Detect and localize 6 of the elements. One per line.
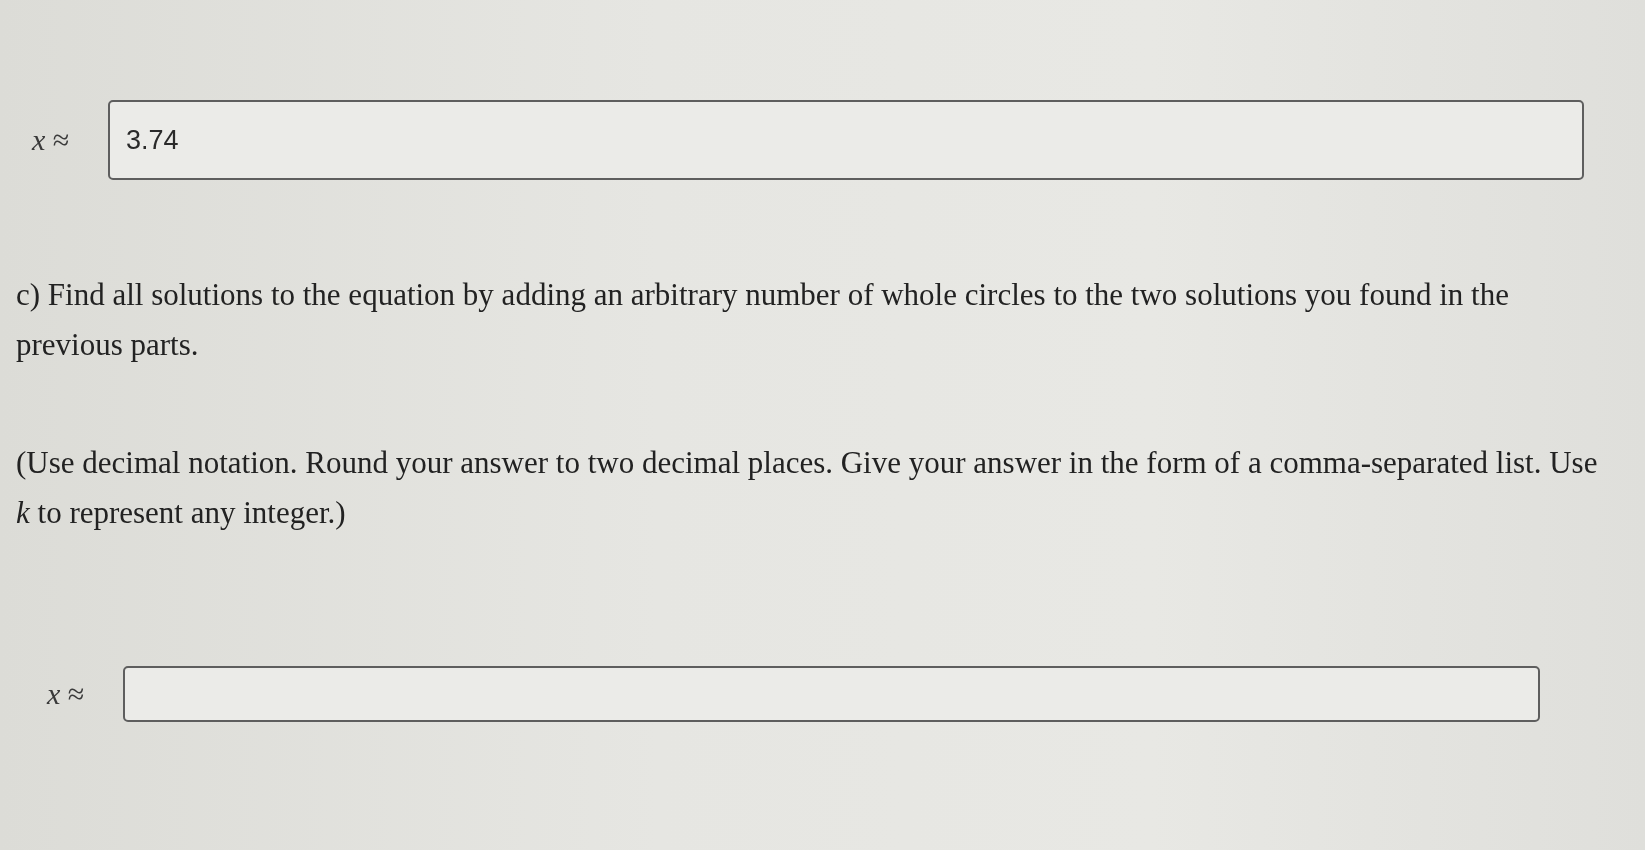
variable-label: x ≈ — [32, 123, 71, 157]
variable-label: x ≈ — [47, 677, 86, 711]
instructions-text: (Use decimal notation. Round your answer to two decimal places. Give your answer in the form of a comma-separated list. Use k to represent any integer.) — [15, 444, 1599, 532]
answer-field[interactable] — [123, 666, 1540, 722]
question-text: c) Find all solutions to the equation by adding an arbitrary number of whole circles to the two solutions you found in the previous parts. — [15, 276, 1510, 364]
answer-field[interactable]: 3.74 — [108, 100, 1584, 180]
